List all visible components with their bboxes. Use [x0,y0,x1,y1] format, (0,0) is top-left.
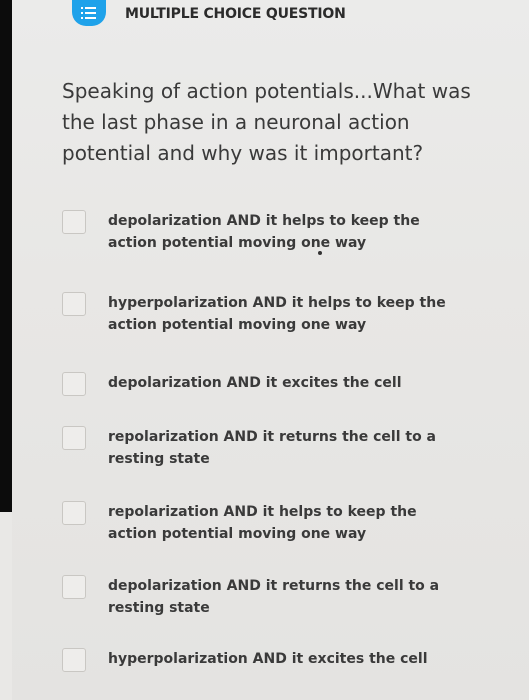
answer-option[interactable]: repolarization AND it helps to keep the … [62,501,482,551]
answer-option[interactable]: hyperpolarization AND it excites the cel… [62,648,482,698]
question-screen: MULTIPLE CHOICE QUESTION Speaking of act… [12,0,529,700]
question-text: Speaking of action potentials...What was… [62,79,471,165]
option-label: hyperpolarization AND it excites the cel… [108,651,428,667]
option-checkbox[interactable] [62,501,86,525]
option-checkbox[interactable] [62,210,86,234]
option-label: depolarization AND it helps to keep the … [108,213,420,251]
option-label: repolarization AND it returns the cell t… [108,429,437,467]
option-checkbox[interactable] [62,575,86,599]
option-checkbox[interactable] [62,292,86,316]
answer-option[interactable]: depolarization AND it returns the cell t… [62,575,482,625]
answer-option[interactable]: depolarization AND it excites the cell [62,372,482,422]
question-header: MULTIPLE CHOICE QUESTION [12,0,529,32]
left-dark-edge [0,0,12,512]
list-icon [72,0,106,26]
answer-option[interactable]: repolarization AND it returns the cell t… [62,426,482,476]
answer-option[interactable]: hyperpolarization AND it helps to keep t… [62,292,482,342]
answer-option[interactable]: depolarization AND it helps to keep the … [62,210,482,260]
option-checkbox[interactable] [62,648,86,672]
question-type-label: MULTIPLE CHOICE QUESTION [125,6,346,22]
option-label: repolarization AND it helps to keep the … [108,504,417,542]
stray-dot [318,251,322,255]
option-checkbox[interactable] [62,372,86,396]
option-label: depolarization AND it excites the cell [108,375,402,391]
option-label: depolarization AND it returns the cell t… [108,578,440,616]
option-label: hyperpolarization AND it helps to keep t… [108,295,446,333]
option-checkbox[interactable] [62,426,86,450]
